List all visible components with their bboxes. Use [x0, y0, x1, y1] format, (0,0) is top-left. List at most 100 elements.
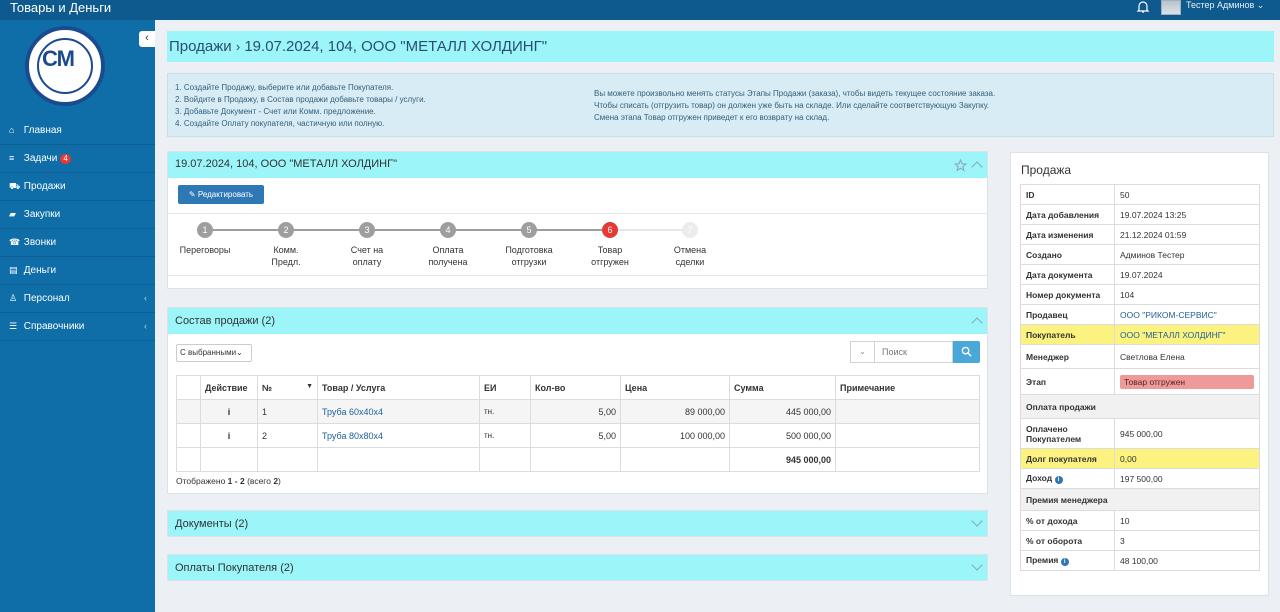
seller-link[interactable]: ООО "РИКОМ-СЕРВИС"	[1120, 310, 1217, 320]
note-cell	[835, 423, 980, 448]
buyer-link[interactable]: ООО "МЕТАЛЛ ХОЛДИНГ"	[1120, 330, 1225, 340]
info-line: 3. Добавьте Документ - Счет или Комм. пр…	[175, 107, 376, 116]
sidebar-item-home[interactable]: ⌂ Главная	[0, 117, 155, 145]
sidebar-item-label: Задачи	[23, 153, 58, 164]
step-1-circle[interactable]: 1	[197, 222, 213, 238]
sale-info-title: Продажа	[1021, 163, 1072, 177]
sidebar-item-money[interactable]: ▤ Деньги	[0, 257, 155, 285]
sidebar-nav: ⌂ Главная ≡ Задачи 4 ⛟ Продажи ▰ Закупки …	[0, 117, 155, 341]
step-4-label: Оплата получена	[428, 245, 468, 267]
user-avatar[interactable]	[1161, 0, 1181, 15]
col-number-label: №	[262, 382, 273, 393]
info-row: ID 50	[1020, 184, 1260, 205]
sale-info-panel: Продажа ID 50 Дата добавления 19.07.2024 1…	[1010, 152, 1269, 596]
empty-cell	[835, 447, 980, 472]
info-row: Оплачено Покупателем 945 000,00	[1020, 418, 1260, 449]
step-6-circle[interactable]: 6	[602, 222, 618, 238]
info-icon[interactable]: i	[200, 399, 258, 424]
info-key: Долг покупателя	[1020, 448, 1115, 469]
user-menu[interactable]: Тестер Админов ⌄	[1186, 0, 1264, 11]
info-value: Светлова Елена	[1114, 344, 1260, 369]
app-title[interactable]: Товары и Деньги	[10, 0, 111, 16]
col-number[interactable]: № ▼	[257, 375, 318, 400]
composition-header[interactable]: Состав продажи (2)	[168, 308, 987, 334]
search-input[interactable]	[876, 342, 952, 362]
footer-range: 1 - 2	[227, 476, 245, 486]
col-qty: Кол-во	[530, 375, 621, 400]
sidebar-item-staff[interactable]: ♙ Персонал ‹	[0, 285, 155, 313]
info-row: Этап Товар отгружен	[1020, 368, 1260, 395]
logo[interactable]: СМ	[25, 26, 105, 106]
sidebar-item-calls[interactable]: ☎ Звонки	[0, 229, 155, 257]
table-header-row: Действие № ▼ Товар / Услуга ЕИ Кол-во Цен…	[176, 375, 980, 400]
step-2-circle[interactable]: 2	[278, 222, 294, 238]
bulk-action-select[interactable]: С выбранными⌄	[176, 344, 252, 362]
breadcrumb-sales-link[interactable]: Продажи	[169, 38, 232, 55]
star-icon[interactable]	[954, 159, 967, 172]
note-cell	[835, 399, 980, 424]
info-circle-icon[interactable]: i	[1060, 558, 1069, 566]
composition-table: Действие № ▼ Товар / Услуга ЕИ Кол-во Цен…	[176, 375, 980, 472]
chevron-down-icon: ⌄	[236, 348, 243, 357]
row-select-cell[interactable]	[176, 399, 201, 424]
chevron-up-icon[interactable]	[971, 317, 983, 329]
sidebar-toggle-button[interactable]: ‹	[139, 31, 155, 47]
info-line: Смена этапа Товар отгружен приведет к ег…	[594, 113, 830, 122]
chevron-down-icon[interactable]	[971, 559, 983, 571]
info-value: 48 100,00	[1114, 550, 1260, 571]
payments-header[interactable]: Оплаты Покупателя (2)	[168, 555, 987, 580]
phone-icon: ☎	[9, 237, 21, 247]
empty-cell	[620, 447, 730, 472]
sidebar-item-purchases[interactable]: ▰ Закупки	[0, 201, 155, 229]
payments-panel[interactable]: Оплаты Покупателя (2)	[167, 554, 988, 581]
info-icon[interactable]: i	[200, 423, 258, 448]
step-7-circle[interactable]: 7	[682, 222, 698, 238]
cart-icon: ⛟	[9, 181, 21, 191]
step-1-label: Переговоры	[179, 245, 231, 255]
list-icon: ☰	[9, 321, 18, 331]
info-key: Покупатель	[1020, 324, 1115, 345]
sidebar-item-label: Звонки	[23, 237, 57, 248]
tasks-icon: ≡	[9, 153, 15, 163]
documents-header[interactable]: Документы (2)	[168, 511, 987, 536]
info-row: Долг покупателя 0,00	[1020, 448, 1260, 469]
documents-panel[interactable]: Документы (2)	[167, 510, 988, 537]
info-notes: Вы можете произвольно менять статусы Эта…	[594, 88, 995, 124]
info-circle-icon[interactable]: i	[1054, 476, 1063, 484]
row-select-cell[interactable]	[176, 423, 201, 448]
bell-icon[interactable]	[1136, 0, 1150, 14]
step-5-circle[interactable]: 5	[521, 222, 537, 238]
empty-cell	[479, 447, 531, 472]
sidebar-item-tasks[interactable]: ≡ Задачи 4	[0, 145, 155, 173]
info-key: Премия i	[1020, 550, 1115, 571]
search-button[interactable]	[953, 341, 980, 363]
page-header: Продажи › 19.07.2024, 104, ООО "МЕТАЛЛ Х…	[167, 31, 1274, 62]
chevron-down-icon[interactable]	[971, 515, 983, 527]
col-unit: ЕИ	[479, 375, 531, 400]
product-link[interactable]: Труба 80x80x4	[322, 431, 383, 441]
edit-button[interactable]: ✎ Редактировать	[178, 185, 264, 204]
bonus-section-title: Премия менеджера	[1020, 488, 1260, 511]
info-value: 21.12.2024 01:59	[1114, 224, 1260, 245]
step-6-label: Товар отгружен	[591, 245, 629, 267]
unit-cell: тн.	[479, 423, 531, 448]
edit-button-label: Редактировать	[197, 190, 254, 199]
search-filter-toggle[interactable]: ⌄	[851, 342, 875, 362]
step-4-circle[interactable]: 4	[440, 222, 456, 238]
sidebar-item-sales[interactable]: ⛟ Продажи	[0, 173, 155, 201]
product-link[interactable]: Труба 60x40x4	[322, 407, 383, 417]
sidebar-item-references[interactable]: ☰ Справочники ‹	[0, 313, 155, 341]
col-price: Цена	[620, 375, 730, 400]
table-row: i 1 Труба 60x40x4 тн. 5,00 89 000,00 445…	[176, 399, 980, 424]
col-sum: Сумма	[729, 375, 836, 400]
info-value: 104	[1114, 284, 1260, 305]
progress-line	[205, 229, 605, 231]
payments-title: Оплаты Покупателя (2)	[175, 562, 294, 574]
step-3-circle[interactable]: 3	[359, 222, 375, 238]
chevron-up-icon[interactable]	[971, 161, 983, 173]
info-row: % от дохода 10	[1020, 510, 1260, 531]
home-icon: ⌂	[9, 125, 15, 135]
info-value: Админов Тестер	[1114, 244, 1260, 265]
info-value: 50	[1114, 184, 1260, 205]
table-footer: Отображено 1 - 2 (всего 2)	[176, 476, 281, 486]
